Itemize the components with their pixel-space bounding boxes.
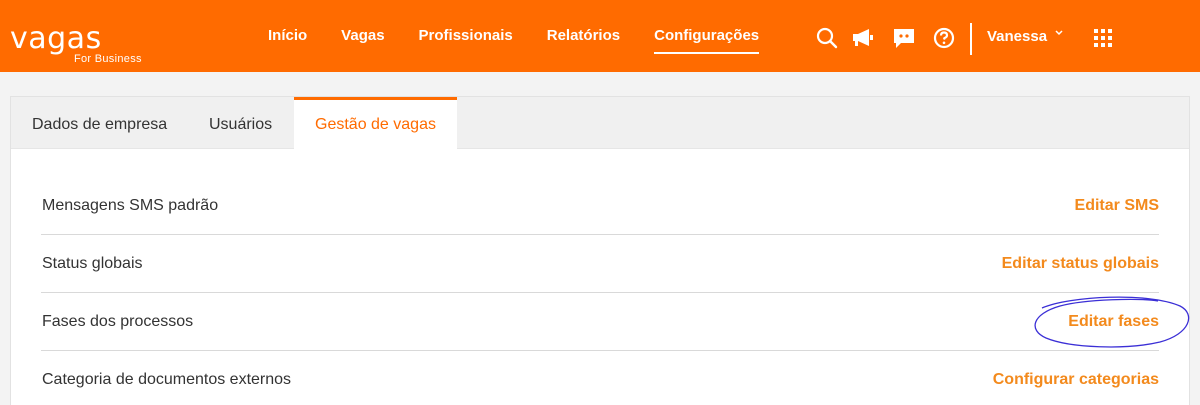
- logo-text: vagas: [10, 21, 102, 56]
- chevron-down-icon[interactable]: [1054, 28, 1064, 38]
- settings-row-categorias: Categoria de documentos externos Configu…: [41, 351, 1159, 405]
- header-divider: [970, 23, 972, 55]
- settings-row-sms: Mensagens SMS padrão Editar SMS: [41, 177, 1159, 235]
- annotation-ellipse: [1030, 294, 1192, 355]
- chat-icon[interactable]: [892, 27, 916, 49]
- help-icon[interactable]: [933, 27, 955, 49]
- tab-usuarios[interactable]: Usuários: [188, 97, 293, 149]
- settings-card: Dados de empresa Usuários Gestão de vaga…: [10, 96, 1190, 405]
- setting-label: Fases dos processos: [42, 313, 194, 330]
- nav-item-vagas[interactable]: Vagas: [341, 0, 384, 72]
- megaphone-icon[interactable]: [852, 27, 876, 49]
- search-icon[interactable]: [816, 27, 838, 49]
- logo-subtitle: For Business: [74, 53, 142, 65]
- edit-sms-link[interactable]: Editar SMS: [1075, 177, 1159, 235]
- nav-item-configuracoes[interactable]: Configurações: [654, 0, 760, 72]
- main-nav: Início Vagas Profissionais Relatórios Co…: [268, 0, 793, 72]
- apps-grid-icon[interactable]: [1094, 29, 1112, 47]
- vagas-logo[interactable]: vagas For Business: [10, 21, 141, 66]
- settings-row-fases: Fases dos processos Editar fases: [41, 293, 1159, 351]
- settings-tabs: Dados de empresa Usuários Gestão de vaga…: [11, 97, 1189, 150]
- tab-gestao-de-vagas[interactable]: Gestão de vagas: [294, 97, 457, 150]
- configure-categories-link[interactable]: Configurar categorias: [993, 351, 1159, 405]
- user-menu[interactable]: Vanessa: [987, 28, 1047, 45]
- top-navigation-bar: vagas For Business Início Vagas Profissi…: [0, 0, 1200, 72]
- setting-label: Status globais: [42, 255, 143, 272]
- nav-item-inicio[interactable]: Início: [268, 0, 307, 72]
- nav-item-relatorios[interactable]: Relatórios: [547, 0, 620, 72]
- tab-dados-de-empresa[interactable]: Dados de empresa: [11, 97, 188, 149]
- setting-label: Mensagens SMS padrão: [42, 197, 219, 214]
- settings-row-status: Status globais Editar status globais: [41, 235, 1159, 293]
- edit-status-link[interactable]: Editar status globais: [1002, 235, 1159, 293]
- setting-label: Categoria de documentos externos: [42, 371, 292, 388]
- nav-item-profissionais[interactable]: Profissionais: [419, 0, 513, 72]
